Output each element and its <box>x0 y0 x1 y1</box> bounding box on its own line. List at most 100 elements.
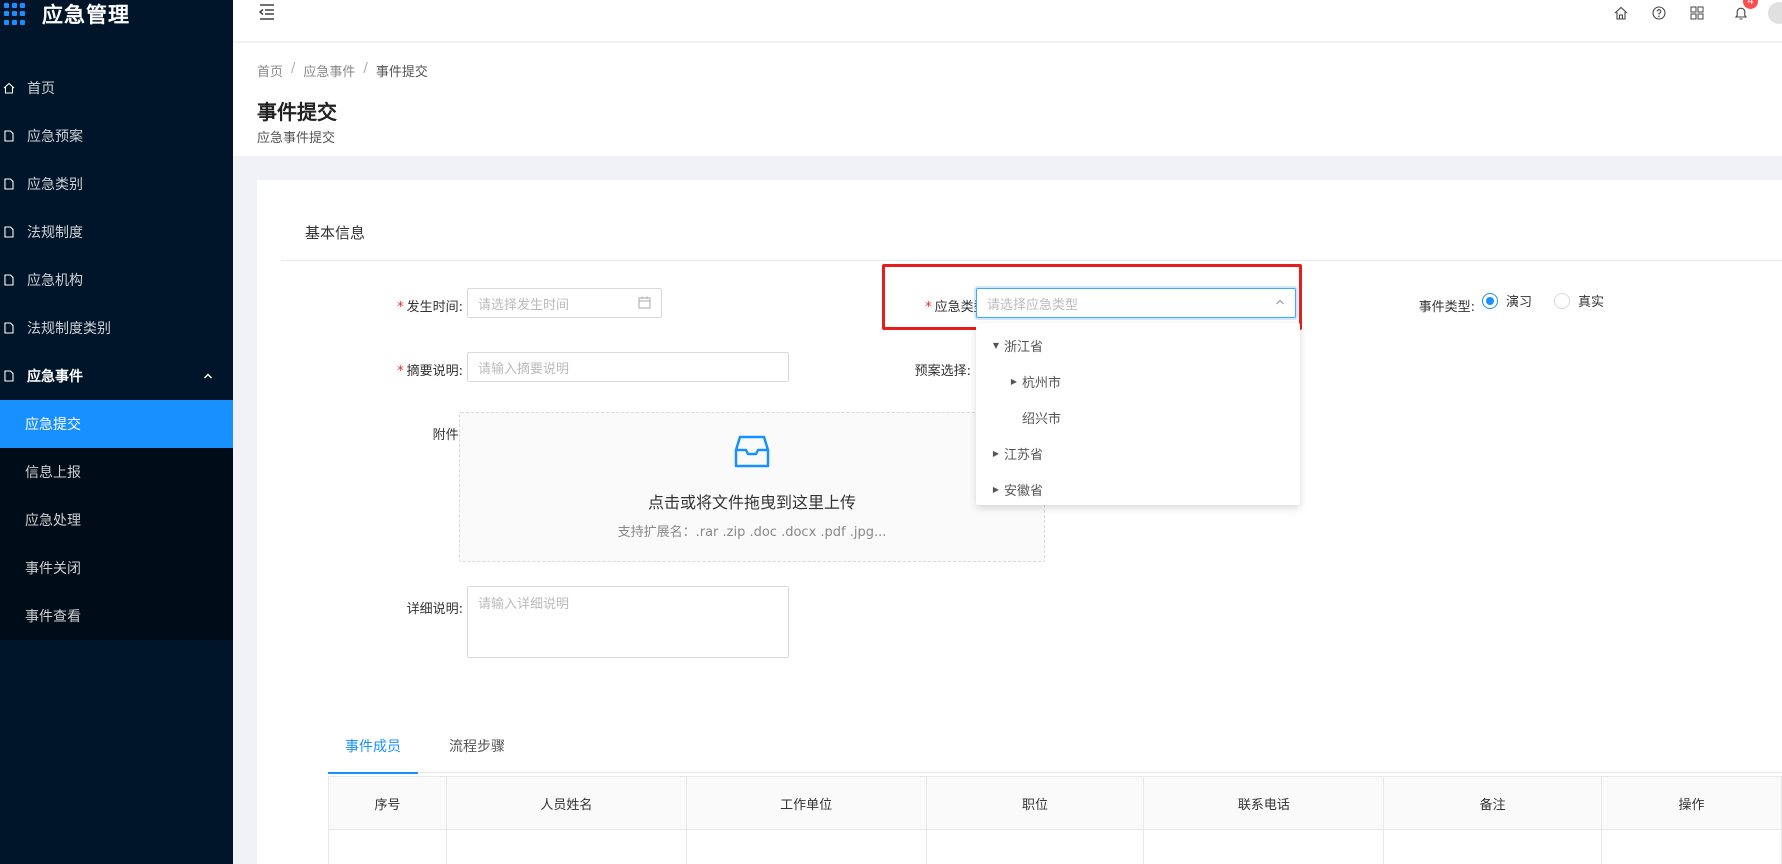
sidebar-item-handling[interactable]: 应急处理 <box>0 496 233 544</box>
emergency-type-dropdown: ▼ 浙江省 ▶ 杭州市 绍兴市 ▶ 江苏省 ▶ 安徽省 <box>976 323 1300 505</box>
file-icon <box>3 273 15 287</box>
breadcrumb-parent[interactable]: 应急事件 <box>303 61 355 80</box>
sidebar-item-view[interactable]: 事件查看 <box>0 592 233 640</box>
caret-right-icon[interactable]: ▶ <box>988 449 1004 458</box>
sidebar-menu: 首页 应急预案 应急类别 法规制度 应急机构 法规制度类别 应急事件 应急提交 … <box>0 64 233 640</box>
caret-down-icon[interactable]: ▼ <box>988 341 1004 350</box>
page-subtitle: 应急事件提交 <box>257 131 336 146</box>
home-icon <box>3 81 15 95</box>
column-header: 备注 <box>1383 776 1603 830</box>
column-header: 序号 <box>328 776 447 830</box>
sidebar-item-categories[interactable]: 应急类别 <box>0 160 233 208</box>
sidebar: 应急管理 首页 应急预案 应急类别 法规制度 应急机构 法规制度类别 应急事件 … <box>0 0 233 864</box>
occur-time-picker[interactable]: 请选择发生时间 <box>467 288 662 318</box>
table-header-row: 序号 人员姓名 工作单位 职位 联系电话 备注 操作 <box>328 776 1782 830</box>
notification-badge: 4 <box>1743 0 1758 9</box>
breadcrumb-home[interactable]: 首页 <box>257 61 283 80</box>
breadcrumb-current: 事件提交 <box>375 65 428 80</box>
logo: 应急管理 <box>0 0 233 42</box>
tree-node-zhejiang[interactable]: ▼ 浙江省 <box>976 327 1300 363</box>
column-header: 操作 <box>1601 776 1782 830</box>
sidebar-item-label: 应急提交 <box>25 417 81 433</box>
avatar[interactable] <box>1768 2 1782 24</box>
detail-label: 详细说明: <box>406 602 463 617</box>
radio-real[interactable]: 真实 <box>1554 291 1604 310</box>
sidebar-item-agencies[interactable]: 应急机构 <box>0 256 233 304</box>
sidebar-item-submit[interactable]: 应急提交 <box>0 400 233 448</box>
sidebar-item-label: 事件关闭 <box>25 561 81 577</box>
sidebar-item-regulations[interactable]: 法规制度 <box>0 208 233 256</box>
sidebar-item-events[interactable]: 应急事件 <box>0 352 233 400</box>
home-icon[interactable] <box>1612 4 1630 22</box>
radio-unchecked-icon <box>1554 292 1571 309</box>
apps-grid-icon <box>4 3 26 25</box>
detail-textarea[interactable]: 请输入详细说明 <box>467 586 789 658</box>
bell-icon[interactable]: 4 <box>1732 0 1758 22</box>
tree-node-shaoxing[interactable]: 绍兴市 <box>976 399 1300 435</box>
sidebar-item-label: 法规制度 <box>27 225 83 241</box>
sidebar-item-regulation-categories[interactable]: 法规制度类别 <box>0 304 233 352</box>
sidebar-item-label: 法规制度类别 <box>27 321 111 337</box>
file-icon <box>3 177 15 191</box>
sidebar-item-label: 信息上报 <box>25 465 81 481</box>
chevron-up-icon <box>203 369 213 383</box>
column-header: 联系电话 <box>1143 776 1385 830</box>
sidebar-item-label: 应急处理 <box>25 513 81 529</box>
page-title: 事件提交 <box>257 100 337 124</box>
file-icon <box>3 369 15 383</box>
app-title: 应急管理 <box>42 3 130 27</box>
sidebar-item-label: 应急机构 <box>27 273 83 289</box>
sidebar-item-report[interactable]: 信息上报 <box>0 448 233 496</box>
inbox-icon <box>460 433 1044 475</box>
tree-node-anhui[interactable]: ▶ 安徽省 <box>976 471 1300 507</box>
attachment-label: 附件: <box>432 428 463 443</box>
sidebar-item-label: 应急预案 <box>27 129 83 145</box>
radio-checked-icon <box>1482 292 1498 309</box>
summary-input[interactable]: 请输入摘要说明 <box>467 352 789 382</box>
tree-node-jiangsu[interactable]: ▶ 江苏省 <box>976 435 1300 471</box>
sidebar-item-home[interactable]: 首页 <box>0 64 233 112</box>
caret-right-icon[interactable]: ▶ <box>1006 377 1022 386</box>
event-type-label: 事件类型: <box>1418 300 1475 315</box>
column-header: 工作单位 <box>685 776 927 830</box>
apps-icon[interactable] <box>1688 4 1706 22</box>
emergency-type-select[interactable]: 请选择应急类型 <box>976 288 1296 318</box>
plan-select-label: 预案选择: <box>914 364 971 379</box>
page-header: 首页 / 应急事件 / 事件提交 事件提交 应急事件提交 <box>233 43 1782 156</box>
sidebar-item-label: 应急类别 <box>27 177 83 193</box>
menu-fold-icon[interactable] <box>257 2 277 22</box>
upload-text: 点击或将文件拖曳到这里上传 <box>647 493 856 512</box>
section-title: 基本信息 <box>305 224 366 242</box>
divider <box>281 260 1782 261</box>
radio-drill[interactable]: 演习 <box>1482 291 1532 310</box>
caret-right-icon[interactable]: ▶ <box>988 485 1004 494</box>
help-icon[interactable] <box>1650 4 1668 22</box>
upload-hint: 支持扩展名：.rar .zip .doc .docx .pdf .jpg... <box>617 525 887 540</box>
event-type-radio-group: 演习 真实 <box>1482 291 1626 310</box>
sidebar-item-label: 应急事件 <box>27 369 83 385</box>
sidebar-item-close[interactable]: 事件关闭 <box>0 544 233 592</box>
members-table: 序号 人员姓名 工作单位 职位 联系电话 备注 操作 <box>328 776 1782 864</box>
upload-dragger[interactable]: 点击或将文件拖曳到这里上传 支持扩展名：.rar .zip .doc .docx… <box>459 412 1045 562</box>
calendar-icon <box>638 296 651 313</box>
header-actions: 4 <box>1592 0 1782 24</box>
tab-steps[interactable]: 流程步骤 <box>432 737 522 773</box>
table-empty-row <box>328 829 1782 864</box>
top-header: 4 <box>233 0 1782 42</box>
column-header: 职位 <box>925 776 1145 830</box>
tab-members[interactable]: 事件成员 <box>328 737 418 774</box>
column-header: 人员姓名 <box>445 776 687 830</box>
file-icon <box>3 225 15 239</box>
sidebar-item-label: 事件查看 <box>25 609 81 625</box>
tabs: 事件成员 流程步骤 <box>328 737 1782 774</box>
summary-label: * 摘要说明: <box>397 364 463 379</box>
tree-node-hangzhou[interactable]: ▶ 杭州市 <box>976 363 1300 399</box>
breadcrumb: 首页 / 应急事件 / 事件提交 <box>257 61 428 80</box>
file-icon <box>3 321 15 335</box>
occur-time-label: * 发生时间: <box>397 300 463 315</box>
form-card: 基本信息 * 发生时间: 请选择发生时间 * 应急类型: 请选择应急类型 事件类型:… <box>257 180 1782 864</box>
sidebar-item-plans[interactable]: 应急预案 <box>0 112 233 160</box>
file-icon <box>3 129 15 143</box>
sidebar-item-label: 首页 <box>27 81 55 97</box>
events-submenu: 应急提交 信息上报 应急处理 事件关闭 事件查看 <box>0 400 233 640</box>
